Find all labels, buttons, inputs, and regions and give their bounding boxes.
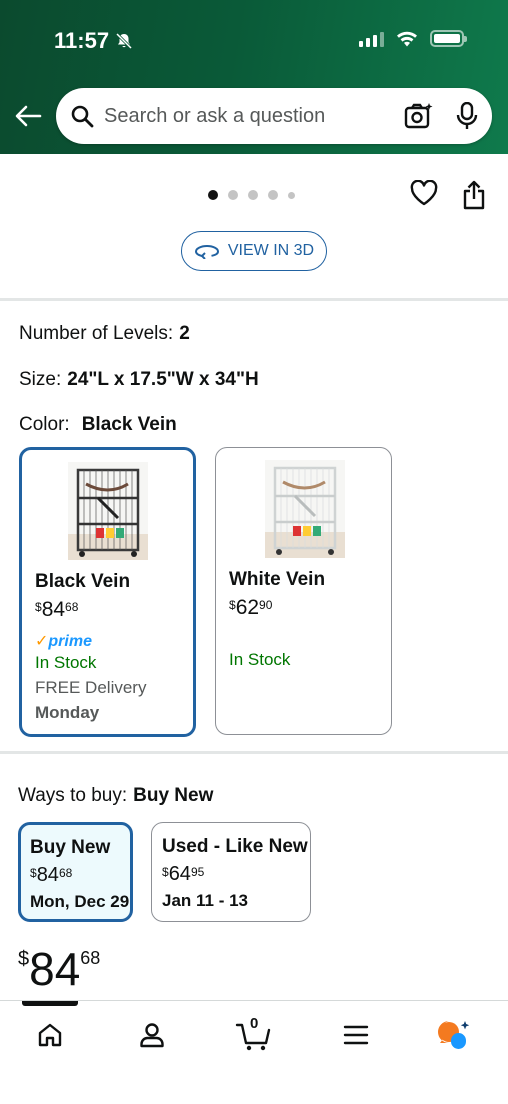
levels-row: Number of Levels: 2	[19, 323, 190, 345]
size-row: Size: 24"L x 17.5"W x 34"H	[19, 369, 259, 391]
tab-home[interactable]	[30, 1017, 70, 1053]
carousel-dots[interactable]	[208, 190, 295, 200]
price-currency: $	[18, 948, 30, 970]
bottom-tab-bar: 0	[0, 1000, 508, 1104]
size-label: Size:	[19, 369, 62, 390]
clock-text: 11:57	[54, 28, 110, 53]
active-tab-indicator	[22, 1001, 78, 1006]
stock-status: In Stock	[35, 653, 97, 672]
price-fraction: 68	[80, 948, 101, 968]
color-value: Black Vein	[81, 414, 177, 435]
price-whole: 84	[29, 943, 81, 995]
search-input[interactable]: Search or ask a question	[104, 105, 404, 128]
battery-icon	[430, 30, 467, 47]
tab-menu[interactable]	[336, 1017, 376, 1053]
levels-label: Number of Levels:	[19, 323, 174, 344]
view-in-3d-label: VIEW IN 3D	[227, 242, 315, 259]
prime-badge: ✓prime	[35, 633, 92, 650]
tab-account[interactable]	[132, 1017, 172, 1053]
buy-option-date: Mon, Dec 29	[30, 892, 130, 911]
buy-option-date: Jan 11 - 13	[162, 891, 249, 910]
person-icon	[140, 1023, 164, 1048]
product-thumbnail-black	[68, 462, 148, 560]
variant-name: Black Vein	[35, 571, 131, 592]
product-thumbnail-white	[265, 460, 345, 558]
ways-to-buy-row: Ways to buy: Buy New	[18, 785, 213, 807]
wifi-icon	[397, 31, 417, 46]
buy-option-price: $6495	[162, 863, 205, 885]
search-bar[interactable]: Search or ask a question	[56, 88, 492, 144]
ways-to-buy-label: Ways to buy:	[18, 785, 128, 806]
variant-card-white-vein[interactable]: White Vein $6290 In Stock	[215, 447, 392, 735]
buy-option-price: $8468	[30, 864, 73, 886]
microphone-icon[interactable]	[456, 102, 478, 130]
view-in-3d-button[interactable]: VIEW IN 3D	[181, 231, 327, 271]
hamburger-menu-icon	[343, 1025, 369, 1045]
camera-search-icon[interactable]	[404, 102, 434, 130]
cellular-signal-icon	[359, 31, 384, 47]
delivery-day: Monday	[35, 703, 100, 722]
buy-option-new[interactable]: Buy New $8468 Mon, Dec 29	[18, 822, 133, 922]
share-icon[interactable]	[462, 180, 486, 210]
carousel-dot[interactable]	[288, 191, 295, 199]
buy-option-title: Used - Like New	[162, 836, 308, 857]
color-label: Color:	[19, 414, 70, 435]
variant-price: $6290	[229, 596, 273, 619]
size-value: 24"L x 17.5"W x 34"H	[67, 369, 259, 390]
carousel-dot[interactable]	[248, 190, 258, 200]
buy-option-used-like-new[interactable]: Used - Like New $6495 Jan 11 - 13	[151, 822, 311, 922]
section-divider	[0, 751, 508, 754]
search-icon	[71, 105, 94, 128]
delivery-text: FREE Delivery	[35, 678, 147, 697]
status-time: 11:57	[54, 28, 133, 54]
app-header: 11:57 Search or ask a question	[0, 0, 508, 154]
cart-count-badge: 0	[250, 1015, 259, 1032]
heart-icon[interactable]	[410, 180, 438, 206]
carousel-dot[interactable]	[268, 190, 278, 200]
buy-option-title: Buy New	[30, 837, 111, 858]
carousel-dot[interactable]	[228, 190, 238, 200]
home-icon	[38, 1023, 62, 1047]
status-indicators	[359, 30, 467, 47]
bell-slash-icon	[116, 32, 133, 50]
ways-to-buy-value: Buy New	[133, 785, 214, 806]
tab-rufus-assistant[interactable]	[434, 1017, 474, 1053]
color-row: Color: Black Vein	[19, 414, 177, 436]
arrow-left-icon	[15, 105, 42, 127]
carousel-dot[interactable]	[208, 190, 218, 200]
variant-name: White Vein	[229, 569, 326, 590]
rotate-3d-icon	[194, 244, 219, 259]
tab-cart[interactable]: 0	[234, 1015, 274, 1053]
section-divider	[0, 298, 508, 301]
stock-status: In Stock	[229, 650, 291, 669]
variant-price: $8468	[35, 598, 79, 621]
variant-card-black-vein[interactable]: Black Vein $8468 ✓prime In Stock FREE De…	[19, 447, 196, 737]
levels-value: 2	[179, 323, 190, 344]
back-button[interactable]	[12, 98, 44, 134]
rufus-assistant-icon	[438, 1021, 470, 1049]
product-price: $ 84 68	[18, 942, 100, 996]
